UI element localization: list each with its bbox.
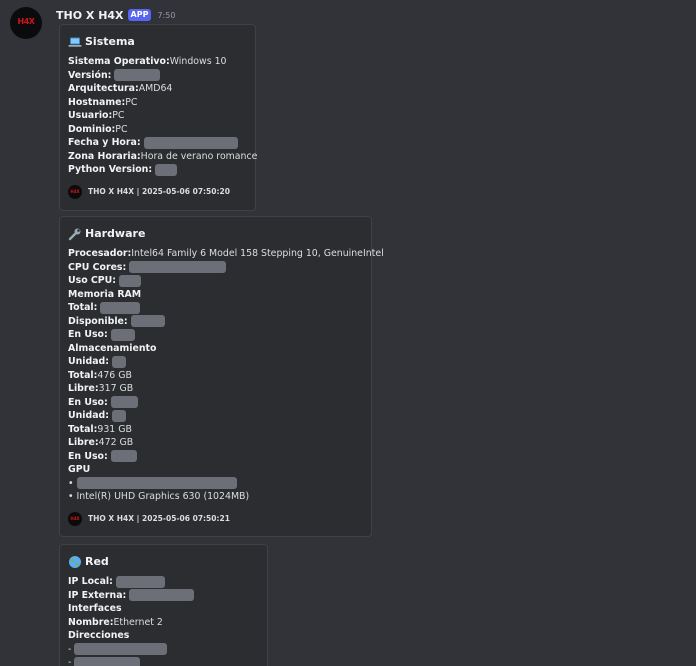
redacted-value (110, 328, 135, 341)
field-version: Versión: (68, 69, 247, 83)
field-drive-2-used: En Uso: (68, 450, 363, 464)
field-hostname: Hostname: PC (68, 96, 138, 108)
embed-sistema: Sistema Sistema Operativo: Windows 10 Ve… (59, 24, 258, 211)
field-gpu-header: GPU (68, 464, 91, 475)
footer-text: THO X H4X | 2025-05-06 07:50:20 (88, 187, 230, 196)
laptop-icon (68, 34, 82, 48)
message: H4X THO X H4X APP 7:50 Sistema Sistema O… (0, 0, 696, 666)
field-python: Python Version: (68, 163, 247, 177)
field-processor: Procesador: Intel64 Family 6 Model 158 S… (68, 248, 384, 259)
username[interactable]: THO X H4X (56, 9, 124, 22)
redacted-value (110, 450, 137, 463)
field-cpu-cores: CPU Cores: (68, 261, 363, 275)
field-domain: Dominio: PC (68, 123, 128, 135)
embed-title-text: Hardware (85, 226, 146, 240)
embed-title: Hardware (68, 225, 363, 241)
field-user: Usuario: PC (68, 110, 125, 121)
redacted-value (129, 589, 195, 602)
field-addresses-header: Direcciones (68, 630, 130, 641)
embed-title: Sistema (68, 33, 247, 49)
field-drive-1-used: En Uso: (68, 396, 363, 410)
field-drive-2: Unidad: (68, 409, 363, 423)
field-ip-external: IP Externa: (68, 589, 259, 603)
redacted-value (74, 656, 141, 666)
app-badge: APP (127, 9, 152, 21)
field-drive-1-total: Total: 476 GB (68, 369, 132, 381)
footer-avatar: H4X (68, 184, 82, 199)
embed-footer: H4X THO X H4X | 2025-05-06 07:50:21 (68, 511, 363, 527)
redacted-value (115, 575, 165, 588)
avatar-logo: H4X (17, 17, 35, 26)
wrench-icon (68, 226, 82, 241)
field-ram-header: Memoria RAM (68, 288, 142, 300)
timestamp: 7:50 (157, 10, 176, 20)
embed-red: Red IP Local: IP Externa: Interfaces Nom… (59, 544, 268, 666)
field-ram-used: En Uso: (68, 328, 363, 342)
field-datetime: Fecha y Hora: (68, 136, 247, 150)
field-drive-1-free: Libre: 317 GB (68, 383, 134, 394)
field-storage-header: Almacenamiento (68, 342, 157, 354)
field-ip-local: IP Local: (68, 575, 259, 589)
footer-avatar: H4X (68, 511, 82, 526)
redacted-value (143, 136, 238, 149)
field-address-1: - (68, 643, 259, 657)
field-gpu-1: • (68, 477, 363, 491)
field-drive-2-total: Total: 931 GB (68, 423, 132, 435)
embed-hardware: Hardware Procesador: Intel64 Family 6 Mo… (59, 216, 384, 537)
field-interface-name: Nombre: Ethernet 2 (68, 616, 163, 628)
field-drive-1: Unidad: (68, 355, 363, 369)
embed-footer: H4X THO X H4X | 2025-05-06 07:50:20 (68, 184, 247, 200)
field-gpu-2: • Intel(R) UHD Graphics 630 (1024MB) (68, 491, 250, 502)
field-arch: Arquitectura: AMD64 (68, 83, 173, 94)
globe-icon (68, 554, 82, 568)
redacted-value (111, 409, 126, 422)
field-interfaces-header: Interfaces (68, 603, 122, 614)
redacted-value (114, 69, 161, 82)
redacted-value (130, 315, 165, 328)
field-address-2: - (68, 656, 259, 666)
field-cpu-usage: Uso CPU: (68, 274, 363, 288)
redacted-value (74, 643, 168, 656)
embed-title-text: Sistema (85, 34, 135, 48)
message-header: THO X H4X APP 7:50 (56, 7, 175, 23)
field-ram-total: Total: (68, 301, 363, 315)
footer-text: THO X H4X | 2025-05-06 07:50:21 (88, 514, 230, 523)
redacted-value (100, 301, 141, 314)
embed-title: Red (68, 553, 259, 569)
redacted-value (76, 477, 237, 490)
field-os: Sistema Operativo: Windows 10 (68, 56, 227, 67)
redacted-value (155, 163, 178, 176)
field-timezone: Zona Horaria: Hora de verano romance (68, 150, 258, 162)
field-ram-available: Disponible: (68, 315, 363, 329)
embed-title-text: Red (85, 554, 109, 568)
bot-avatar[interactable]: H4X (10, 7, 42, 39)
redacted-value (119, 274, 141, 287)
redacted-value (111, 355, 126, 368)
redacted-value (129, 261, 227, 274)
field-drive-2-free: Libre: 472 GB (68, 437, 134, 448)
redacted-value (110, 396, 138, 409)
